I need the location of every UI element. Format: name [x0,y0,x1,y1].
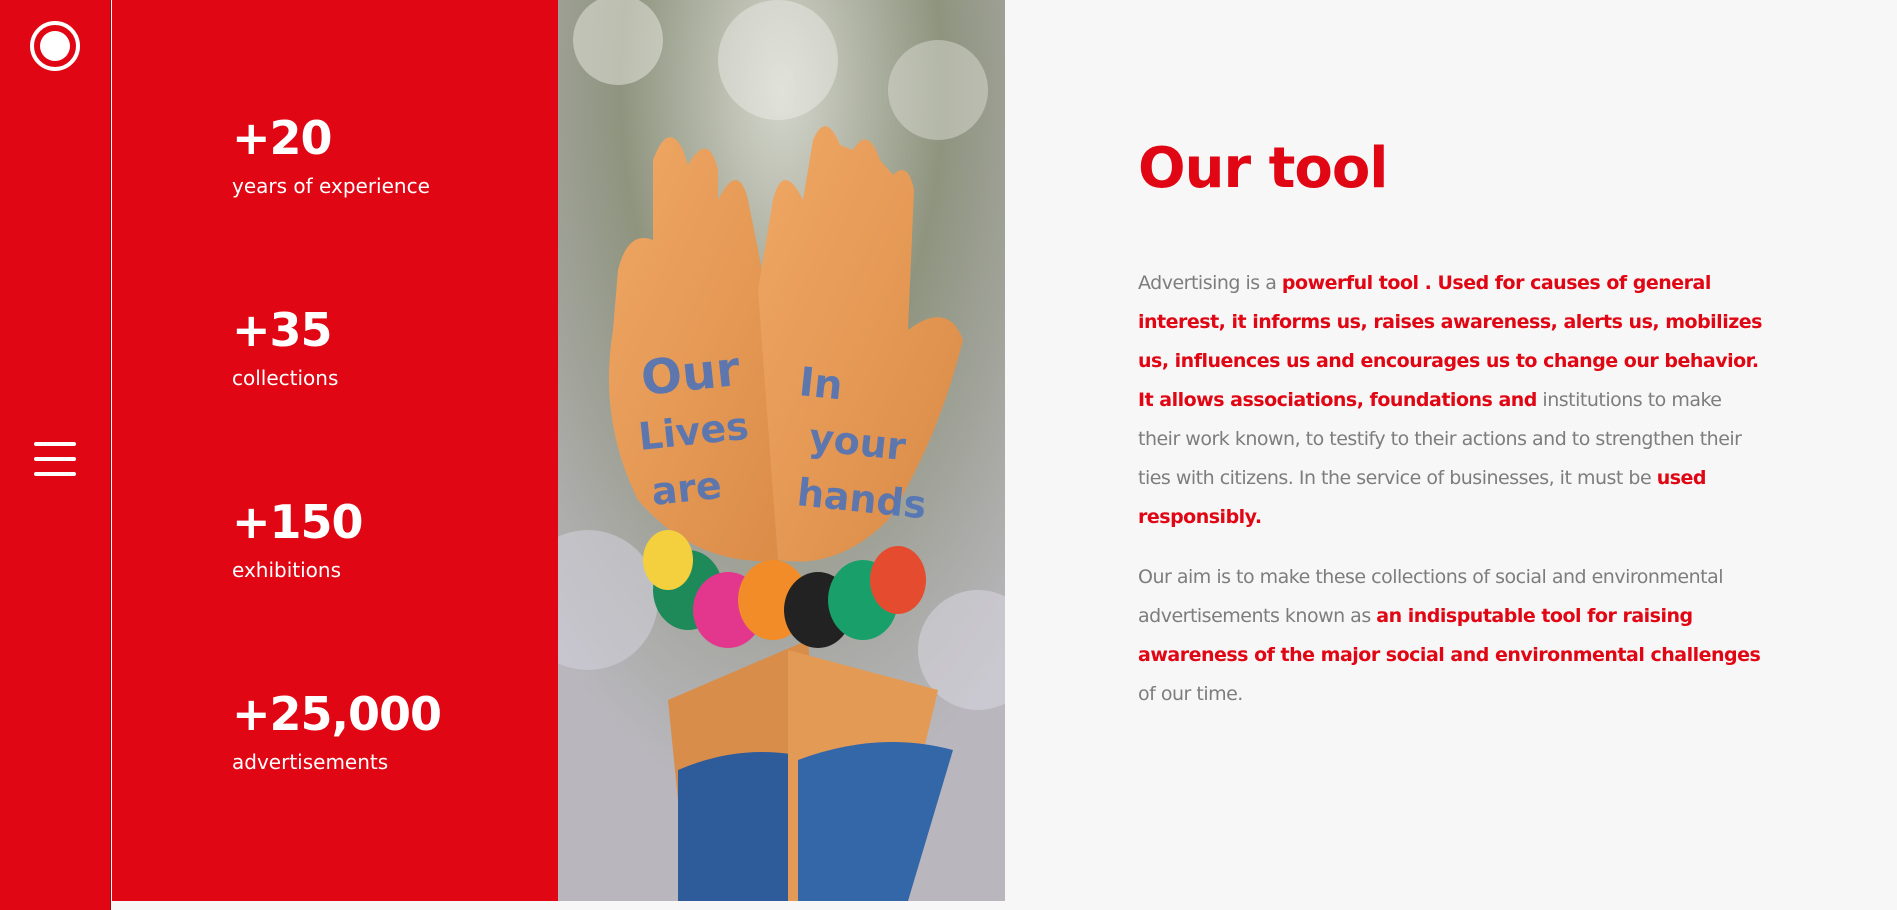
stat-exhibitions: +150 exhibitions [232,495,364,584]
our-tool-section: Our tool Advertising is a powerful tool … [1138,130,1768,714]
left-rail [0,0,111,910]
svg-text:Our: Our [638,341,742,407]
stat-label: exhibitions [232,558,342,582]
stat-value: +20 [232,111,333,165]
svg-text:In: In [797,359,845,409]
paragraph-text: of our time. [1138,683,1243,705]
stat-value: +25,000 [232,687,442,741]
section-title: Our tool [1138,136,1389,201]
paragraph-aim: Our aim is to make these collections of … [1138,558,1768,714]
stat-value: +150 [232,495,364,549]
paragraph-advertising: Advertising is a powerful tool . Used fo… [1138,264,1768,537]
hands-illustration: Our Lives are In your hands [558,0,1005,901]
stat-years: +20 years of experience [232,112,430,200]
menu-bar [34,472,76,476]
hands-photo: Our Lives are In your hands [558,0,1005,901]
svg-text:are: are [649,463,723,514]
menu-bar [34,442,76,446]
stat-label: collections [232,366,339,390]
menu-bar [34,457,76,461]
stat-collections: +35 collections [232,304,338,392]
stat-value: +35 [232,303,333,357]
circle-logo-icon[interactable] [30,21,80,71]
stat-label: advertisements [232,750,389,774]
stat-label: years of experience [232,174,430,198]
stat-advertisements: +25,000 advertisements [232,687,442,776]
paragraph-text: Advertising is a [1138,272,1282,294]
hamburger-menu-icon[interactable] [34,442,76,479]
stats-panel: +20 years of experience +35 collections … [112,0,558,901]
